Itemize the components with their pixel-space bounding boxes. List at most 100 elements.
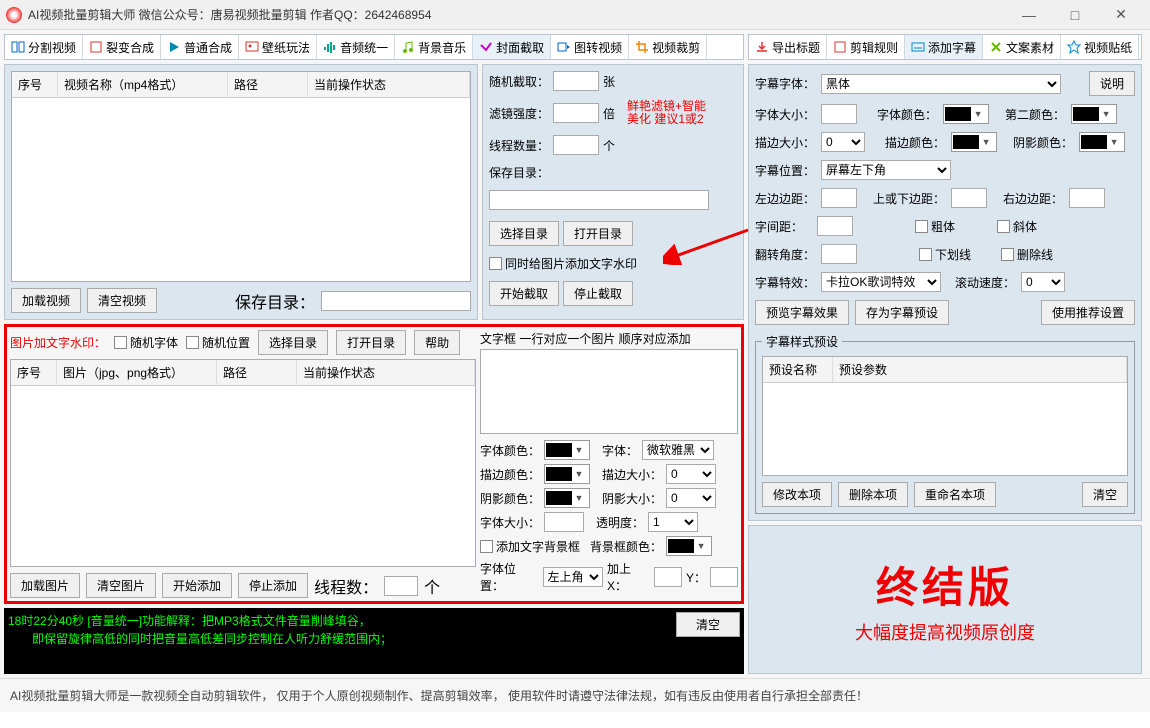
right-tabs: 导出标题 剪辑规则 添加字幕 文案素材 视频贴纸 (748, 34, 1142, 60)
clear-log-button[interactable]: 清空 (676, 612, 740, 637)
rotate-input[interactable] (821, 244, 857, 264)
promo-sub: 大幅度提高视频原创度 (855, 619, 1035, 645)
app-icon (6, 7, 22, 23)
open-dir-button[interactable]: 打开目录 (563, 221, 633, 246)
watermark-section: 图片加文字水印： 随机字体 随机位置 选择目录 打开目录 帮助 序号 图片（jp… (4, 324, 744, 604)
y-input[interactable] (710, 567, 738, 587)
img-threads-input[interactable] (384, 576, 418, 596)
clear-video-button[interactable]: 清空视频 (87, 288, 157, 313)
right-margin-input[interactable] (1069, 188, 1105, 208)
cover-savedir-input[interactable] (489, 190, 709, 210)
sub-stroke-size[interactable]: 0 (821, 132, 865, 152)
tab-wallpaper[interactable]: 壁纸玩法 (239, 35, 317, 59)
minimize-button[interactable]: — (1006, 0, 1052, 30)
save-preset-button[interactable]: 存为字幕预设 (855, 300, 949, 325)
underline-checkbox[interactable]: 下划线 (919, 246, 971, 263)
help-button[interactable]: 帮助 (414, 330, 460, 355)
stop-add-button[interactable]: 停止添加 (238, 573, 308, 598)
tab-export-title[interactable]: 导出标题 (749, 35, 827, 59)
tab-fission[interactable]: 裂变合成 (83, 35, 161, 59)
tab-img2vid[interactable]: 图转视频 (551, 35, 629, 59)
preview-button[interactable]: 预览字幕效果 (755, 300, 849, 325)
sub-stroke-color[interactable]: ▼ (951, 132, 997, 152)
bg-color-picker[interactable]: ▼ (666, 536, 712, 556)
img-choosedir-button[interactable]: 选择目录 (258, 330, 328, 355)
tab-split[interactable]: 分割视频 (5, 35, 83, 59)
log-panel: 18时22分40秒 [音量统一]功能解释：把MP3格式文件音量削峰填谷， 即保留… (4, 608, 744, 674)
speed-select[interactable]: 0 (1021, 272, 1065, 292)
watermark-checkbox[interactable]: 同时给图片添加文字水印 (489, 255, 737, 272)
stop-capture-button[interactable]: 停止截取 (563, 281, 633, 306)
close-button[interactable]: ✕ (1098, 0, 1144, 30)
img-wm-title: 图片加文字水印： (10, 334, 106, 351)
video-grid[interactable]: 序号 视频名称（mp4格式） 路径 当前操作状态 (11, 71, 471, 282)
bg-box-checkbox[interactable]: 添加文字背景框 (480, 538, 580, 555)
sub-size-input[interactable] (821, 104, 857, 124)
sub-shadow-color[interactable]: ▼ (1079, 132, 1125, 152)
italic-checkbox[interactable]: 斜体 (997, 218, 1037, 235)
clear-preset-button[interactable]: 清空 (1082, 482, 1128, 507)
pos-select[interactable]: 左上角 (543, 567, 604, 587)
tab-edit-rule[interactable]: 剪辑规则 (827, 35, 905, 59)
choose-dir-button[interactable]: 选择目录 (489, 221, 559, 246)
tab-copy[interactable]: 文案素材 (983, 35, 1061, 59)
sub-pos-select[interactable]: 屏幕左下角 (821, 160, 951, 180)
img-opendir-button[interactable]: 打开目录 (336, 330, 406, 355)
tab-add-subtitle[interactable]: 添加字幕 (905, 35, 983, 59)
tb-margin-input[interactable] (951, 188, 987, 208)
delete-button[interactable]: 删除本项 (838, 482, 908, 507)
rename-button[interactable]: 重命名本项 (914, 482, 996, 507)
strike-checkbox[interactable]: 删除线 (1001, 246, 1053, 263)
tab-crop[interactable]: 视频裁剪 (629, 35, 707, 59)
start-capture-button[interactable]: 开始截取 (489, 281, 559, 306)
sub-color2-picker[interactable]: ▼ (1071, 104, 1117, 124)
start-add-button[interactable]: 开始添加 (162, 573, 232, 598)
addx-input[interactable] (654, 567, 682, 587)
img2vid-icon (557, 40, 571, 54)
image-grid[interactable]: 序号 图片（jpg、png格式） 路径 当前操作状态 (10, 359, 476, 567)
tab-cover[interactable]: 封面截取 (473, 35, 551, 59)
stroke-size-select[interactable]: 0 (666, 464, 716, 484)
export-icon (755, 40, 769, 54)
title-text: AI视频批量剪辑大师 微信公众号：唐易视频批量剪辑 作者QQ：264246895… (28, 6, 431, 23)
threads-input[interactable] (553, 135, 599, 155)
load-video-button[interactable]: 加载视频 (11, 288, 81, 313)
sub-color-picker[interactable]: ▼ (943, 104, 989, 124)
font-size-input[interactable] (544, 512, 584, 532)
bold-checkbox[interactable]: 粗体 (915, 218, 955, 235)
filter-input[interactable] (553, 103, 599, 123)
rand-font-checkbox[interactable]: 随机字体 (114, 334, 178, 351)
load-image-button[interactable]: 加载图片 (10, 573, 80, 598)
tab-sticker[interactable]: 视频贴纸 (1061, 35, 1139, 59)
footer-text: AI视频批量剪辑大师是一款视频全自动剪辑软件， 仅用于个人原创视频制作、提高剪辑… (0, 678, 1150, 712)
modify-button[interactable]: 修改本项 (762, 482, 832, 507)
maximize-button[interactable]: □ (1052, 0, 1098, 30)
sub-font-select[interactable]: 黑体 (821, 74, 1061, 94)
stroke-color-picker[interactable]: ▼ (544, 464, 590, 484)
cover-icon (479, 40, 493, 54)
audio-icon (323, 40, 337, 54)
shadow-color-picker[interactable]: ▼ (544, 488, 590, 508)
clear-image-button[interactable]: 清空图片 (86, 573, 156, 598)
savedir-input[interactable] (321, 291, 471, 311)
rand-count-input[interactable] (553, 71, 599, 91)
tab-normal[interactable]: 普通合成 (161, 35, 239, 59)
text-input[interactable] (480, 349, 738, 434)
font-select[interactable]: 微软雅黑 (642, 440, 714, 460)
font-color-picker[interactable]: ▼ (544, 440, 590, 460)
effect-select[interactable]: 卡拉OK歌词特效 (821, 272, 941, 292)
shadow-size-select[interactable]: 0 (666, 488, 716, 508)
rand-pos-checkbox[interactable]: 随机位置 (186, 334, 250, 351)
tab-audio[interactable]: 音频统一 (317, 35, 395, 59)
tab-bgmusic[interactable]: 背景音乐 (395, 35, 473, 59)
preset-grid[interactable]: 预设名称 预设参数 (762, 356, 1128, 476)
image-panel: 图片加文字水印： 随机字体 随机位置 选择目录 打开目录 帮助 序号 图片（jp… (10, 330, 476, 598)
spacing-input[interactable] (817, 216, 853, 236)
explain-button[interactable]: 说明 (1089, 71, 1135, 96)
opacity-select[interactable]: 1 (648, 512, 698, 532)
recommend-button[interactable]: 使用推荐设置 (1041, 300, 1135, 325)
textbox-hint: 文字框 一行对应一个图片 顺序对应添加 (480, 330, 738, 347)
subtitle-panel: 字幕字体：黑体说明 字体大小：字体颜色：▼第二颜色：▼ 描边大小：0描边颜色：▼… (748, 64, 1142, 521)
copy-icon (989, 40, 1003, 54)
left-margin-input[interactable] (821, 188, 857, 208)
